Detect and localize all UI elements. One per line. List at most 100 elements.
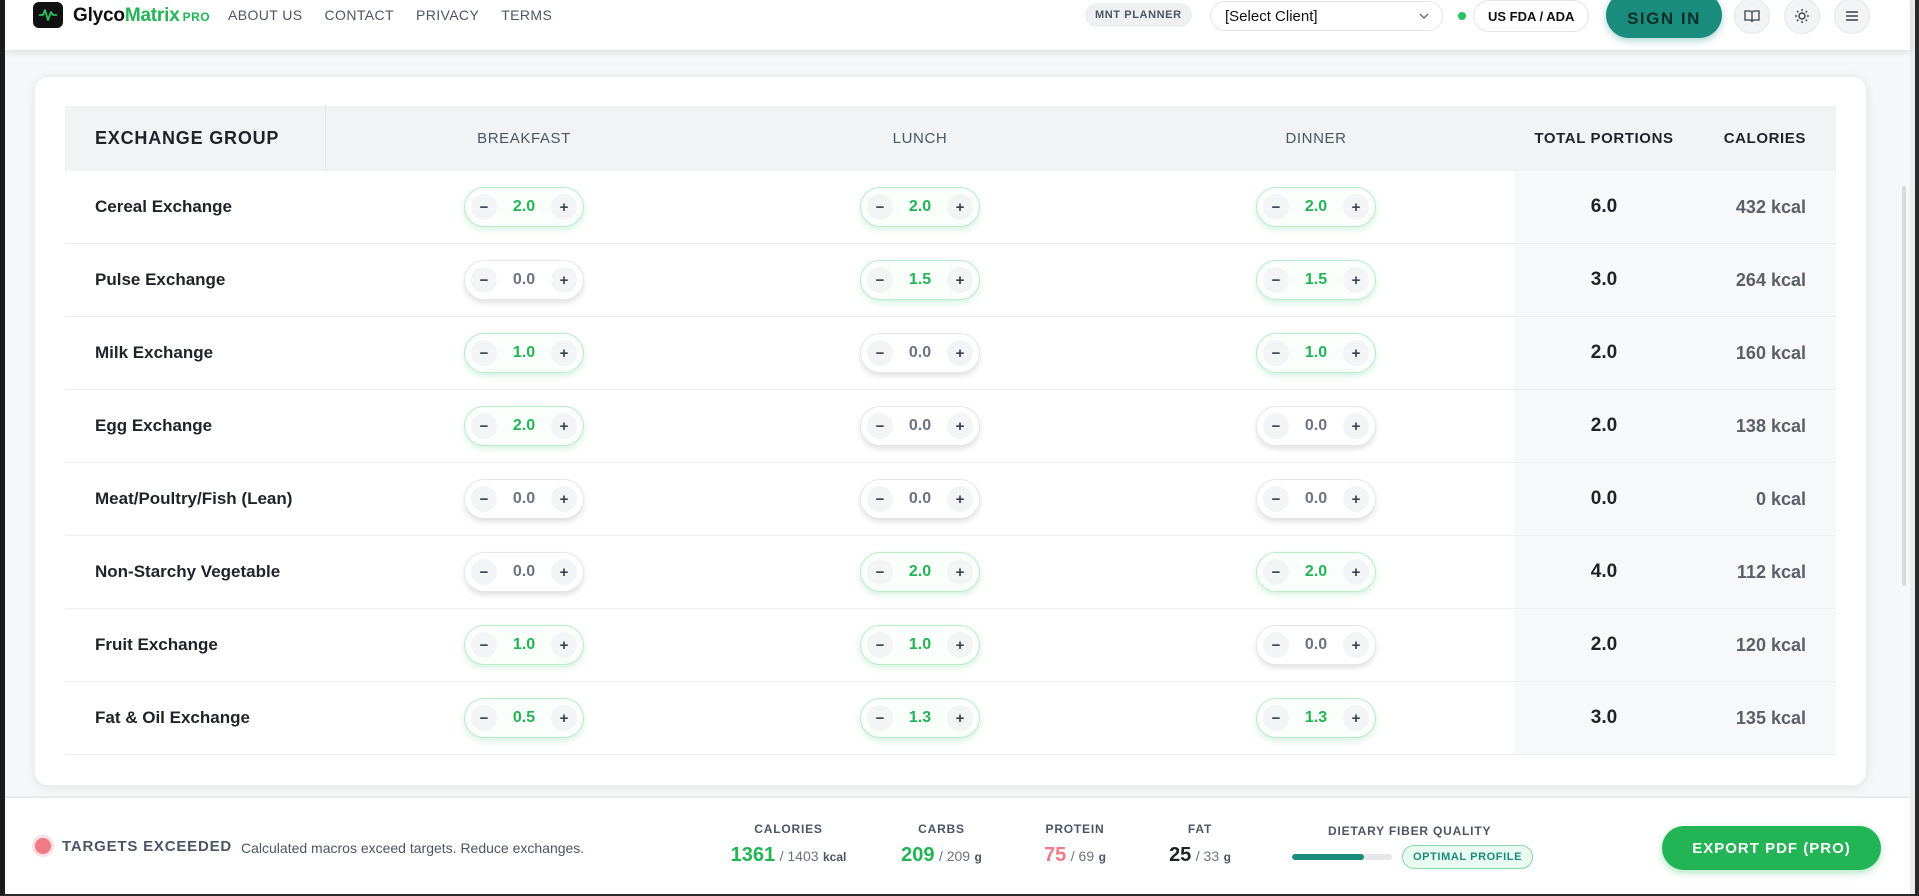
lunch-portion-stepper[interactable]: −1.0 + — [860, 625, 980, 665]
decrement-button[interactable]: − — [471, 413, 497, 439]
increment-button[interactable]: + — [551, 559, 577, 585]
increment-button[interactable]: + — [551, 632, 577, 658]
fiber-quality-label: DIETARY FIBER QUALITY — [1328, 824, 1492, 838]
breakfast-portion-stepper[interactable]: −2.0 + — [464, 187, 584, 227]
dinner-portion-stepper[interactable]: −0.0 + — [1256, 406, 1376, 446]
increment-button[interactable]: + — [551, 340, 577, 366]
book-icon[interactable] — [1734, 0, 1770, 34]
increment-button[interactable]: + — [947, 194, 973, 220]
portion-value: 2.0 — [512, 198, 536, 215]
breakfast-portion-stepper[interactable]: −0.5 + — [464, 698, 584, 738]
increment-button[interactable]: + — [947, 705, 973, 731]
menu-icon[interactable] — [1834, 0, 1870, 34]
increment-button[interactable]: + — [947, 340, 973, 366]
decrement-button[interactable]: − — [867, 632, 893, 658]
decrement-button[interactable]: − — [867, 705, 893, 731]
breakfast-cell: −2.0 + — [326, 187, 722, 227]
lunch-portion-stepper[interactable]: −2.0 + — [860, 187, 980, 227]
nav-link-terms[interactable]: TERMS — [501, 7, 552, 23]
dinner-portion-stepper[interactable]: −0.0 + — [1256, 625, 1376, 665]
increment-button[interactable]: + — [1343, 632, 1369, 658]
row-calories: 0 kcal — [1694, 463, 1836, 535]
lunch-portion-stepper[interactable]: −2.0 + — [860, 552, 980, 592]
decrement-button[interactable]: − — [471, 632, 497, 658]
portion-value: 1.0 — [512, 344, 536, 361]
portion-value: 0.0 — [1304, 490, 1328, 507]
increment-button[interactable]: + — [947, 413, 973, 439]
client-select[interactable]: [Select Client] — [1210, 1, 1443, 31]
sun-icon[interactable] — [1784, 0, 1820, 34]
nav-link-privacy[interactable]: PRIVACY — [416, 7, 479, 23]
increment-button[interactable]: + — [1343, 486, 1369, 512]
nav-link-about[interactable]: ABOUT US — [228, 7, 303, 23]
lunch-portion-stepper[interactable]: −0.0 + — [860, 333, 980, 373]
scrollbar-thumb[interactable] — [1902, 186, 1906, 586]
increment-button[interactable]: + — [1343, 340, 1369, 366]
dinner-portion-stepper[interactable]: −2.0 + — [1256, 187, 1376, 227]
sign-in-button[interactable]: SIGN IN — [1606, 0, 1722, 38]
decrement-button[interactable]: − — [867, 413, 893, 439]
dinner-portion-stepper[interactable]: −1.0 + — [1256, 333, 1376, 373]
decrement-button[interactable]: − — [471, 486, 497, 512]
nav-link-contact[interactable]: CONTACT — [325, 7, 394, 23]
dinner-portion-stepper[interactable]: −2.0 + — [1256, 552, 1376, 592]
decrement-button[interactable]: − — [471, 340, 497, 366]
decrement-button[interactable]: − — [1263, 267, 1289, 293]
decrement-button[interactable]: − — [867, 194, 893, 220]
exchange-table: EXCHANGE GROUP BREAKFAST LUNCH DINNER TO… — [65, 106, 1836, 755]
increment-button[interactable]: + — [947, 559, 973, 585]
decrement-button[interactable]: − — [471, 559, 497, 585]
logo-icon[interactable] — [33, 2, 63, 28]
brand-logo[interactable]: GlycoMatrix PRO — [73, 5, 210, 27]
increment-button[interactable]: + — [947, 486, 973, 512]
increment-button[interactable]: + — [1343, 705, 1369, 731]
dinner-cell: −1.0 + — [1118, 333, 1514, 373]
lunch-portion-stepper[interactable]: −1.3 + — [860, 698, 980, 738]
portion-value: 2.0 — [1304, 563, 1328, 580]
dinner-portion-stepper[interactable]: −0.0 + — [1256, 479, 1376, 519]
increment-button[interactable]: + — [1343, 267, 1369, 293]
decrement-button[interactable]: − — [1263, 632, 1289, 658]
decrement-button[interactable]: − — [1263, 559, 1289, 585]
decrement-button[interactable]: − — [471, 267, 497, 293]
breakfast-portion-stepper[interactable]: −0.0 + — [464, 260, 584, 300]
lunch-portion-stepper[interactable]: −1.5 + — [860, 260, 980, 300]
increment-button[interactable]: + — [551, 486, 577, 512]
lunch-cell: −0.0 + — [722, 479, 1118, 519]
decrement-button[interactable]: − — [1263, 486, 1289, 512]
increment-button[interactable]: + — [1343, 413, 1369, 439]
dinner-portion-stepper[interactable]: −1.3 + — [1256, 698, 1376, 738]
total-portions: 2.0 — [1514, 609, 1694, 681]
decrement-button[interactable]: − — [867, 340, 893, 366]
dinner-portion-stepper[interactable]: −1.5 + — [1256, 260, 1376, 300]
breakfast-portion-stepper[interactable]: −0.0 + — [464, 552, 584, 592]
increment-button[interactable]: + — [551, 413, 577, 439]
macro-target: / 69 — [1070, 848, 1095, 864]
increment-button[interactable]: + — [1343, 194, 1369, 220]
decrement-button[interactable]: − — [867, 486, 893, 512]
regulation-badge[interactable]: US FDA / ADA — [1473, 0, 1590, 32]
decrement-button[interactable]: − — [1263, 194, 1289, 220]
increment-button[interactable]: + — [551, 267, 577, 293]
increment-button[interactable]: + — [551, 194, 577, 220]
breakfast-portion-stepper[interactable]: −1.0 + — [464, 625, 584, 665]
lunch-portion-stepper[interactable]: −0.0 + — [860, 406, 980, 446]
macro-value: 1361 — [730, 844, 776, 866]
breakfast-portion-stepper[interactable]: −0.0 + — [464, 479, 584, 519]
export-pdf-button[interactable]: EXPORT PDF (PRO) — [1662, 826, 1881, 870]
breakfast-portion-stepper[interactable]: −2.0 + — [464, 406, 584, 446]
decrement-button[interactable]: − — [867, 559, 893, 585]
increment-button[interactable]: + — [947, 267, 973, 293]
decrement-button[interactable]: − — [471, 194, 497, 220]
breakfast-portion-stepper[interactable]: −1.0 + — [464, 333, 584, 373]
table-row: Non-Starchy Vegetable −0.0 + −2.0 + −2.0 +4.0 1… — [65, 536, 1836, 609]
decrement-button[interactable]: − — [867, 267, 893, 293]
lunch-portion-stepper[interactable]: −0.0 + — [860, 479, 980, 519]
decrement-button[interactable]: − — [471, 705, 497, 731]
increment-button[interactable]: + — [947, 632, 973, 658]
increment-button[interactable]: + — [1343, 559, 1369, 585]
increment-button[interactable]: + — [551, 705, 577, 731]
decrement-button[interactable]: − — [1263, 340, 1289, 366]
decrement-button[interactable]: − — [1263, 705, 1289, 731]
decrement-button[interactable]: − — [1263, 413, 1289, 439]
